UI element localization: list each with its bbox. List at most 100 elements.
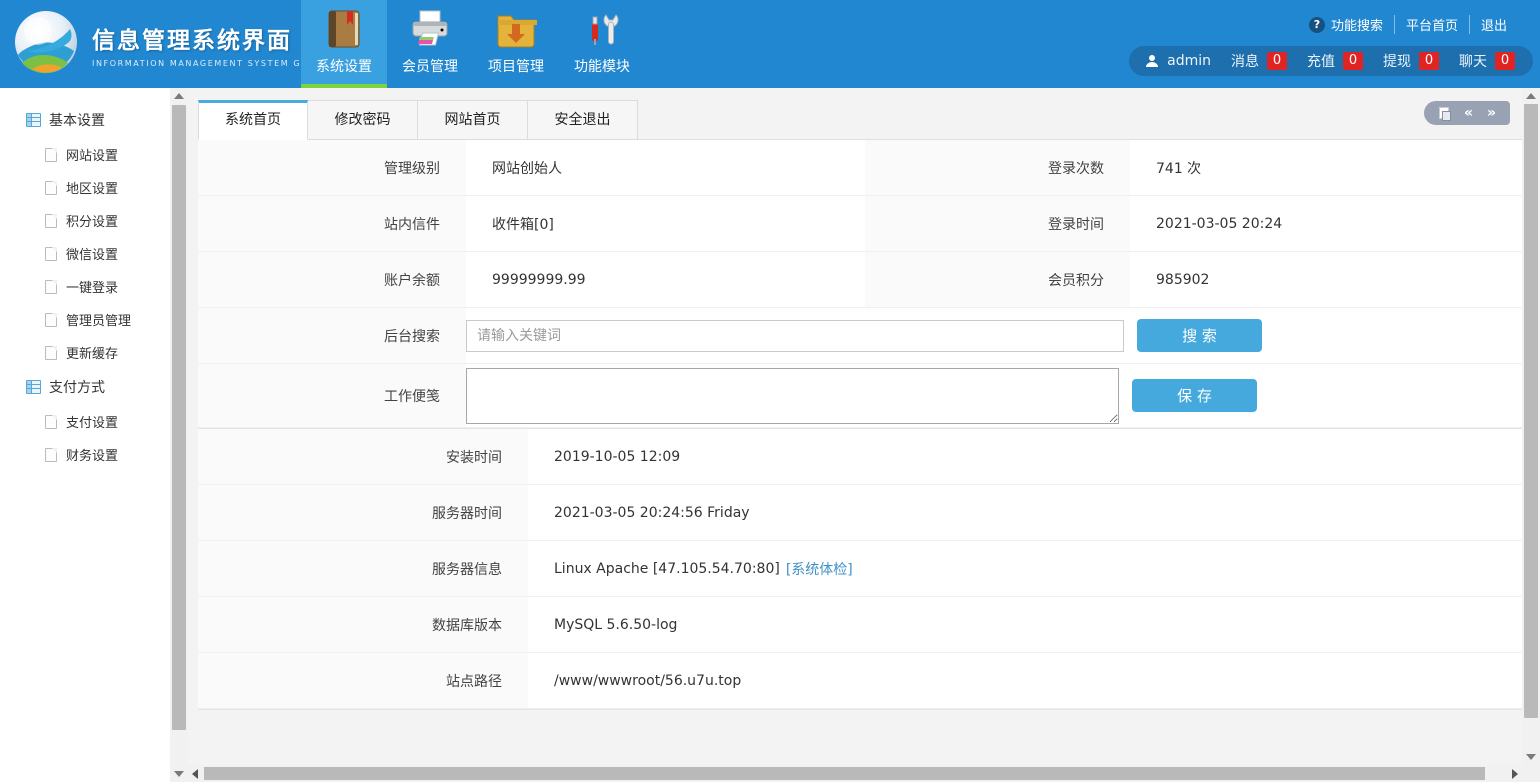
- user-icon: [1145, 54, 1159, 68]
- scrollbar-thumb[interactable]: [172, 105, 186, 730]
- nav-item-member-management[interactable]: 会员管理: [387, 0, 473, 88]
- sidebar-item-region-settings[interactable]: 地区设置: [0, 171, 170, 204]
- tab-list-icon[interactable]: [1439, 107, 1449, 119]
- field-label: 工作便笺: [198, 364, 466, 427]
- field-label: 管理级别: [198, 140, 466, 195]
- search-button[interactable]: 搜 索: [1137, 319, 1262, 352]
- sys-row-install-time: 安装时间 2019-10-05 12:09: [198, 429, 1522, 485]
- sidebar-item-website-settings[interactable]: 网站设置: [0, 138, 170, 171]
- table-icon: [26, 113, 41, 127]
- scroll-down-icon[interactable]: [1526, 754, 1536, 760]
- sidebar-group-payment-methods[interactable]: 支付方式: [0, 369, 170, 405]
- app-title: 信息管理系统界面: [92, 21, 313, 55]
- field-label: 账户余额: [198, 252, 466, 307]
- scroll-down-icon[interactable]: [174, 771, 184, 777]
- sys-row-site-path: 站点路径 /www/wwwroot/56.u7u.top: [198, 653, 1522, 709]
- backend-search-input[interactable]: [466, 320, 1124, 352]
- sidebar-item-one-click-login[interactable]: 一键登录: [0, 270, 170, 303]
- info-row-admin-level: 管理级别 网站创始人 登录次数 741 次: [198, 140, 1522, 196]
- tab-safe-logout[interactable]: 安全退出: [528, 100, 638, 140]
- main-area: 系统首页 修改密码 网站首页 安全退出 « » 管理级别 网站创始人 登录次数 …: [188, 88, 1522, 765]
- app-header: 信息管理系统界面 INFORMATION MANAGEMENT SYSTEM G…: [0, 0, 1540, 88]
- inbox-link[interactable]: 收件箱[0]: [466, 196, 865, 251]
- field-label: 数据库版本: [198, 597, 528, 652]
- tabs-scroll-left-icon[interactable]: «: [1464, 106, 1472, 120]
- sidebar-group-basic-settings[interactable]: 基本设置: [0, 102, 170, 138]
- work-memo-row: 工作便笺 保 存: [198, 364, 1522, 428]
- page-icon: [45, 448, 57, 462]
- field-label: 登录次数: [865, 140, 1130, 195]
- save-button[interactable]: 保 存: [1132, 379, 1257, 412]
- field-value: 985902: [1130, 252, 1522, 307]
- sidebar-item-wechat-settings[interactable]: 微信设置: [0, 237, 170, 270]
- sys-row-server-time: 服务器时间 2021-03-05 20:24:56 Friday: [198, 485, 1522, 541]
- nav-label: 系统设置: [316, 56, 372, 76]
- tab-change-password[interactable]: 修改密码: [308, 100, 418, 140]
- field-label: 登录时间: [865, 196, 1130, 251]
- page-icon: [45, 313, 57, 327]
- scrollbar-thumb[interactable]: [1524, 104, 1538, 718]
- scroll-right-icon[interactable]: [1512, 769, 1518, 779]
- app-logo: 信息管理系统界面 INFORMATION MANAGEMENT SYSTEM G…: [8, 5, 313, 83]
- system-check-link[interactable]: [系统体检]: [786, 559, 853, 579]
- tab-bar: 系统首页 修改密码 网站首页 安全退出 « »: [198, 88, 1522, 140]
- logout-link[interactable]: 退出: [1469, 15, 1518, 34]
- page-icon: [45, 280, 57, 294]
- backend-search-row: 后台搜索 搜 索: [198, 308, 1522, 364]
- messages-count-badge: 0: [1267, 52, 1287, 70]
- header-quick-links: ? 功能搜索 平台首页 退出: [1298, 15, 1518, 34]
- scroll-up-icon[interactable]: [174, 93, 184, 99]
- field-label: 后台搜索: [198, 308, 466, 363]
- tab-system-home[interactable]: 系统首页: [198, 100, 308, 140]
- tab-website-home[interactable]: 网站首页: [418, 100, 528, 140]
- page-icon: [45, 415, 57, 429]
- field-value: 2021-03-05 20:24:56 Friday: [528, 485, 1522, 540]
- current-user[interactable]: admin: [1145, 53, 1211, 69]
- help-icon: ?: [1309, 17, 1325, 33]
- field-label: 站内信件: [198, 196, 466, 251]
- info-row-balance: 账户余额 99999999.99 会员积分 985902: [198, 252, 1522, 308]
- main-scrollbar-vertical[interactable]: [1522, 88, 1540, 765]
- info-row-site-mail: 站内信件 收件箱[0] 登录时间 2021-03-05 20:24: [198, 196, 1522, 252]
- main-nav: 系统设置 会员管理: [301, 0, 645, 88]
- platform-home-link[interactable]: 平台首页: [1394, 15, 1469, 34]
- sidebar-item-points-settings[interactable]: 积分设置: [0, 204, 170, 237]
- scroll-up-icon[interactable]: [1526, 93, 1536, 99]
- folder-download-icon: [495, 7, 537, 51]
- username: admin: [1167, 53, 1211, 69]
- main-scrollbar-horizontal[interactable]: [188, 765, 1522, 782]
- printer-icon: [410, 7, 450, 51]
- field-label: 服务器时间: [198, 485, 528, 540]
- sidebar-item-update-cache[interactable]: 更新缓存: [0, 336, 170, 369]
- scrollbar-corner: [1522, 765, 1540, 782]
- dashboard-panel: 管理级别 网站创始人 登录次数 741 次 站内信件 收件箱[0] 登录时间 2…: [198, 140, 1522, 710]
- sidebar: 基本设置 网站设置 地区设置 积分设置 微信设置 一键登录 管理员管理 更新缓存…: [0, 88, 170, 782]
- sidebar-scrollbar[interactable]: [170, 88, 188, 782]
- field-value: /www/wwwroot/56.u7u.top: [528, 653, 1522, 708]
- nav-item-system-settings[interactable]: 系统设置: [301, 0, 387, 88]
- scrollbar-thumb[interactable]: [204, 767, 1485, 780]
- nav-item-function-modules[interactable]: 功能模块: [559, 0, 645, 88]
- field-label: 服务器信息: [198, 541, 528, 596]
- field-label: 会员积分: [865, 252, 1130, 307]
- scroll-left-icon[interactable]: [192, 769, 198, 779]
- nav-item-project-management[interactable]: 项目管理: [473, 0, 559, 88]
- function-search-link[interactable]: ? 功能搜索: [1298, 15, 1394, 34]
- chat-link[interactable]: 聊天 0: [1459, 51, 1515, 71]
- page-icon: [45, 247, 57, 261]
- withdraw-link[interactable]: 提现 0: [1383, 51, 1439, 71]
- sys-row-database-version: 数据库版本 MySQL 5.6.50-log: [198, 597, 1522, 653]
- user-status-bar: admin 消息 0 充值 0 提现 0 聊天 0: [1129, 46, 1533, 76]
- sidebar-item-payment-settings[interactable]: 支付设置: [0, 405, 170, 438]
- globe-logo-icon: [8, 5, 86, 83]
- nav-label: 功能模块: [574, 56, 630, 76]
- recharge-link[interactable]: 充值 0: [1307, 51, 1363, 71]
- messages-link[interactable]: 消息 0: [1231, 51, 1287, 71]
- sidebar-item-finance-settings[interactable]: 财务设置: [0, 438, 170, 471]
- field-value: MySQL 5.6.50-log: [528, 597, 1522, 652]
- system-info-section: 安装时间 2019-10-05 12:09 服务器时间 2021-03-05 2…: [198, 428, 1522, 709]
- work-memo-textarea[interactable]: [466, 368, 1119, 424]
- tools-icon: [582, 7, 622, 51]
- sidebar-item-admin-management[interactable]: 管理员管理: [0, 303, 170, 336]
- tabs-scroll-right-icon[interactable]: »: [1487, 106, 1495, 120]
